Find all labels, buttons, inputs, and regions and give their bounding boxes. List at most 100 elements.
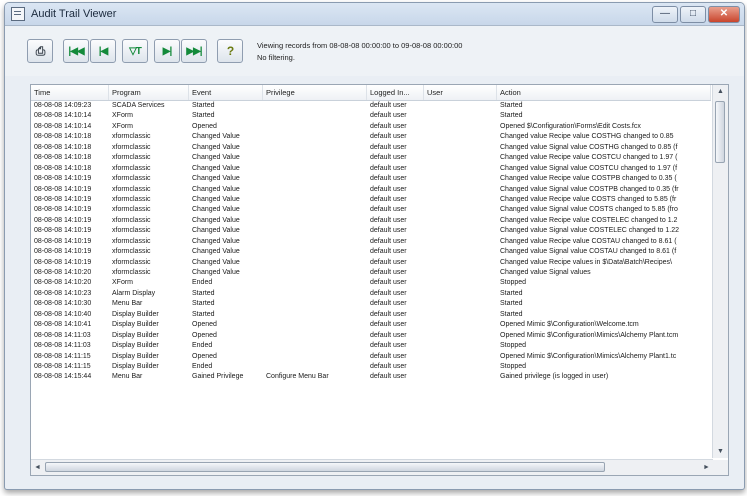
- table-row[interactable]: 08-08-08 14:10:19 xformclassic Changed Val…: [31, 174, 711, 184]
- table-row[interactable]: 08-08-08 14:10:19 xformclassic Changed Val…: [31, 195, 711, 205]
- cell-logged-in: default user: [370, 122, 407, 130]
- cell-event: Changed Value: [192, 227, 240, 235]
- first-record-button[interactable]: |◀◀: [63, 39, 89, 63]
- table-row[interactable]: 08-08-08 14:10:18 xformclassic Changed Val…: [31, 132, 711, 142]
- scroll-right-icon[interactable]: ►: [700, 460, 713, 475]
- cell-privilege: [263, 101, 367, 111]
- cell-action: Opened Mimic $\Configuration\Welcome.tcm: [500, 321, 639, 329]
- cell-user: [424, 216, 497, 226]
- minimize-button[interactable]: —: [652, 5, 678, 23]
- cell-privilege: [263, 352, 367, 362]
- cell-action: Changed value Signal value COSTPB change…: [500, 185, 679, 193]
- table-row[interactable]: 08-08-08 14:10:30 Menu Bar Started default …: [31, 299, 711, 309]
- table-row[interactable]: 08-08-08 14:09:23 SCADA Services Started de…: [31, 101, 711, 111]
- cell-user: [424, 310, 497, 320]
- scroll-left-icon[interactable]: ◄: [31, 460, 44, 475]
- cell-time: 08-08-08 14:10:18: [34, 154, 92, 162]
- audit-grid[interactable]: Time Program Event Privilege Logged In... Use…: [30, 84, 729, 476]
- column-header-privilege[interactable]: Privilege: [263, 85, 367, 100]
- table-row[interactable]: 08-08-08 14:10:19 xformclassic Changed Val…: [31, 247, 711, 257]
- print-button[interactable]: ⎙: [27, 39, 53, 63]
- cell-action: Started: [500, 289, 523, 297]
- table-row[interactable]: 08-08-08 14:10:19 xformclassic Changed Val…: [31, 258, 711, 268]
- filter-icon: ▽T: [129, 45, 142, 57]
- cell-event: Changed Value: [192, 237, 240, 245]
- table-row[interactable]: 08-08-08 14:10:23 Alarm Display Started def…: [31, 289, 711, 299]
- column-header-program[interactable]: Program: [109, 85, 189, 100]
- table-row[interactable]: 08-08-08 14:10:20 XForm Ended default user S…: [31, 278, 711, 288]
- filter-button[interactable]: ▽T: [122, 39, 148, 63]
- cell-program: Menu Bar: [112, 373, 143, 381]
- cell-user: [424, 195, 497, 205]
- next-record-button[interactable]: ▶|: [154, 39, 180, 63]
- viewing-range-text: Viewing records from 08-08-08 00:00:00 t…: [257, 41, 463, 50]
- cell-program: xformclassic: [112, 206, 151, 214]
- cell-privilege: [263, 216, 367, 226]
- cell-program: SCADA Services: [112, 102, 165, 109]
- vertical-scroll-thumb[interactable]: [715, 101, 725, 163]
- cell-program: xformclassic: [112, 154, 151, 162]
- vertical-scrollbar[interactable]: ▲ ▼: [712, 85, 728, 458]
- cell-time: 08-08-08 14:10:19: [34, 216, 92, 224]
- table-row[interactable]: 08-08-08 14:10:40 Display Builder Started d…: [31, 310, 711, 320]
- filter-status-text: No filtering.: [257, 53, 295, 62]
- cell-action: Changed value Signal values: [500, 269, 591, 276]
- cell-program: Display Builder: [112, 321, 159, 329]
- cell-privilege: [263, 320, 367, 330]
- cell-user: [424, 320, 497, 330]
- table-row[interactable]: 08-08-08 14:10:19 xformclassic Changed Val…: [31, 216, 711, 226]
- cell-logged-in: default user: [370, 342, 407, 350]
- audit-trail-window: Audit Trail Viewer — □ ✕ ⎙ |◀◀ |◀ ▽T ▶| …: [4, 2, 745, 490]
- title-bar[interactable]: Audit Trail Viewer — □ ✕: [5, 3, 744, 26]
- cell-time: 08-08-08 14:10:30: [34, 300, 92, 308]
- cell-event: Started: [192, 289, 215, 297]
- cell-time: 08-08-08 14:10:14: [34, 122, 92, 130]
- table-row[interactable]: 08-08-08 14:15:44 Menu Bar Gained Privileg…: [31, 372, 711, 382]
- maximize-button[interactable]: □: [680, 5, 706, 23]
- cell-action: Changed value Signal value COSTELEC chan…: [500, 227, 680, 235]
- table-row[interactable]: 08-08-08 14:10:18 xformclassic Changed Val…: [31, 153, 711, 163]
- table-row[interactable]: 08-08-08 14:10:19 xformclassic Changed Val…: [31, 226, 711, 236]
- column-header-event[interactable]: Event: [189, 85, 263, 100]
- cell-time: 08-08-08 14:10:19: [34, 195, 92, 203]
- table-row[interactable]: 08-08-08 14:10:14 XForm Opened default user…: [31, 122, 711, 132]
- scroll-down-icon[interactable]: ▼: [713, 445, 728, 458]
- table-row[interactable]: 08-08-08 14:11:03 Display Builder Ended def…: [31, 341, 711, 351]
- column-header-user[interactable]: User: [424, 85, 497, 100]
- table-row[interactable]: 08-08-08 14:10:19 xformclassic Changed Val…: [31, 205, 711, 215]
- table-row[interactable]: 08-08-08 14:10:14 XForm Started default use…: [31, 111, 711, 121]
- table-row[interactable]: 08-08-08 14:10:18 xformclassic Changed Val…: [31, 164, 711, 174]
- cell-logged-in: default user: [370, 216, 407, 224]
- table-row[interactable]: 08-08-08 14:10:20 xformclassic Changed Val…: [31, 268, 711, 278]
- cell-event: Changed Value: [192, 133, 240, 141]
- table-row[interactable]: 08-08-08 14:10:41 Display Builder Opened de…: [31, 320, 711, 330]
- cell-time: 08-08-08 14:10:18: [34, 133, 92, 141]
- table-row[interactable]: 08-08-08 14:11:15 Display Builder Opened de…: [31, 352, 711, 362]
- horizontal-scroll-thumb[interactable]: [45, 462, 605, 472]
- cell-time: 08-08-08 14:10:20: [34, 279, 92, 287]
- cell-user: [424, 247, 497, 257]
- cell-privilege: [263, 258, 367, 268]
- previous-record-button[interactable]: |◀: [90, 39, 116, 63]
- table-row[interactable]: 08-08-08 14:11:03 Display Builder Opened de…: [31, 331, 711, 341]
- help-button[interactable]: ?: [217, 39, 243, 63]
- close-button[interactable]: ✕: [708, 5, 740, 23]
- cell-event: Opened: [192, 321, 217, 329]
- table-row[interactable]: 08-08-08 14:10:19 xformclassic Changed Val…: [31, 237, 711, 247]
- column-header-time[interactable]: Time: [31, 85, 109, 100]
- toolbar: ⎙ |◀◀ |◀ ▽T ▶| ▶▶| ? Viewing records fro…: [5, 26, 744, 76]
- cell-time: 08-08-08 14:10:19: [34, 258, 92, 266]
- cell-event: Changed Value: [192, 206, 240, 214]
- horizontal-scrollbar[interactable]: ◄ ►: [31, 459, 713, 475]
- cell-event: Started: [192, 112, 215, 120]
- cell-action: Changed value Recipe value COSTS changed…: [500, 195, 677, 203]
- table-row[interactable]: 08-08-08 14:10:19 xformclassic Changed Val…: [31, 185, 711, 195]
- scroll-up-icon[interactable]: ▲: [713, 85, 728, 98]
- table-row[interactable]: 08-08-08 14:11:15 Display Builder Ended def…: [31, 362, 711, 372]
- last-record-button[interactable]: ▶▶|: [181, 39, 207, 63]
- column-header-action[interactable]: Action: [497, 85, 711, 100]
- column-header-logged-in[interactable]: Logged In...: [367, 85, 424, 100]
- table-row[interactable]: 08-08-08 14:10:18 xformclassic Changed Val…: [31, 143, 711, 153]
- cell-logged-in: default user: [370, 206, 407, 214]
- cell-time: 08-08-08 14:10:18: [34, 164, 92, 172]
